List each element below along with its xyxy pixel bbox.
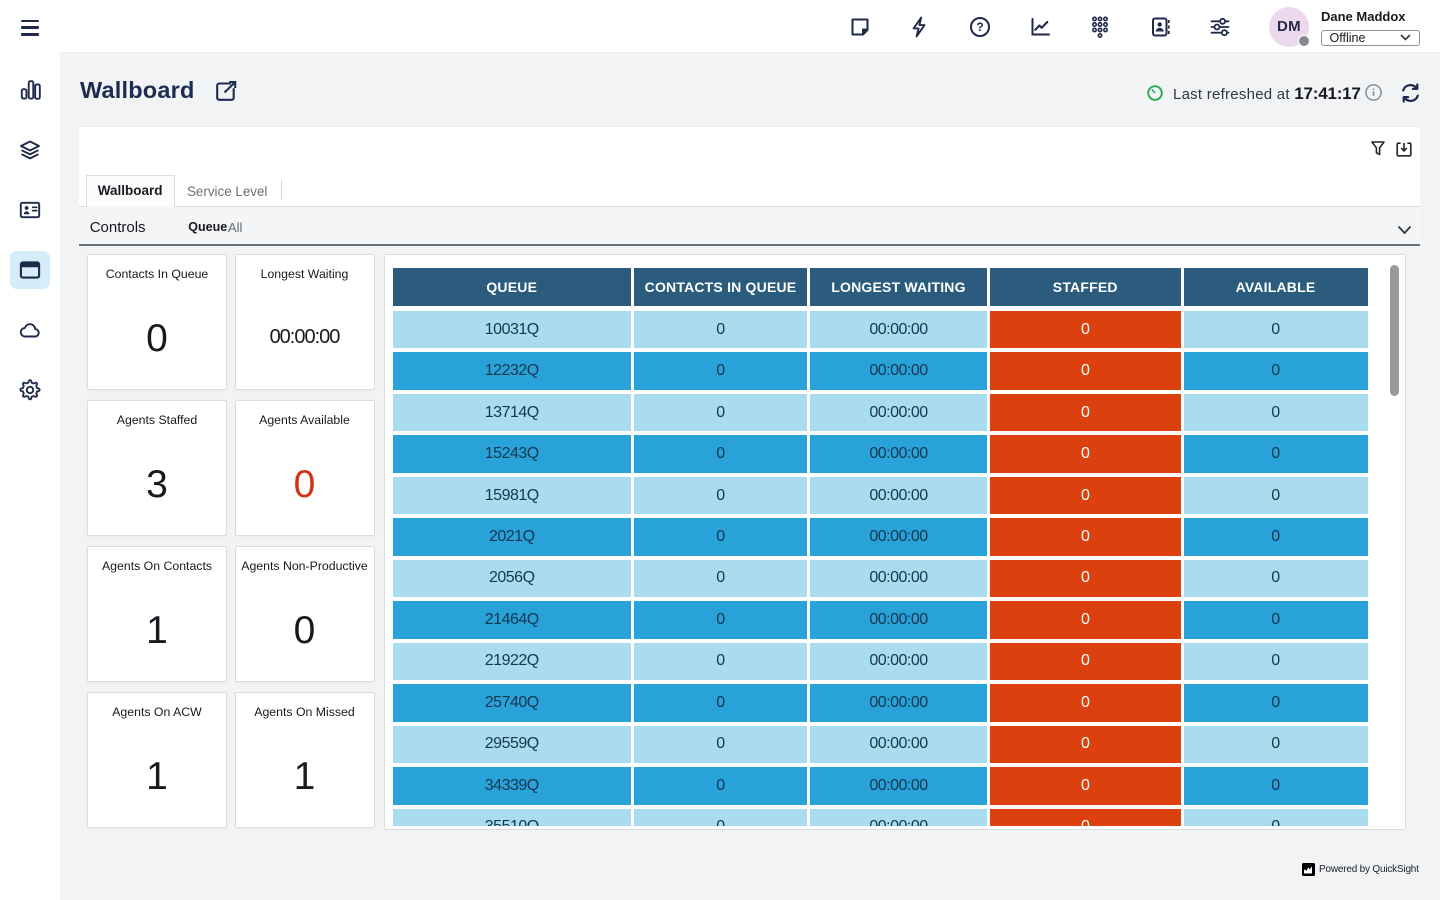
svg-text:?: ?	[976, 20, 983, 34]
